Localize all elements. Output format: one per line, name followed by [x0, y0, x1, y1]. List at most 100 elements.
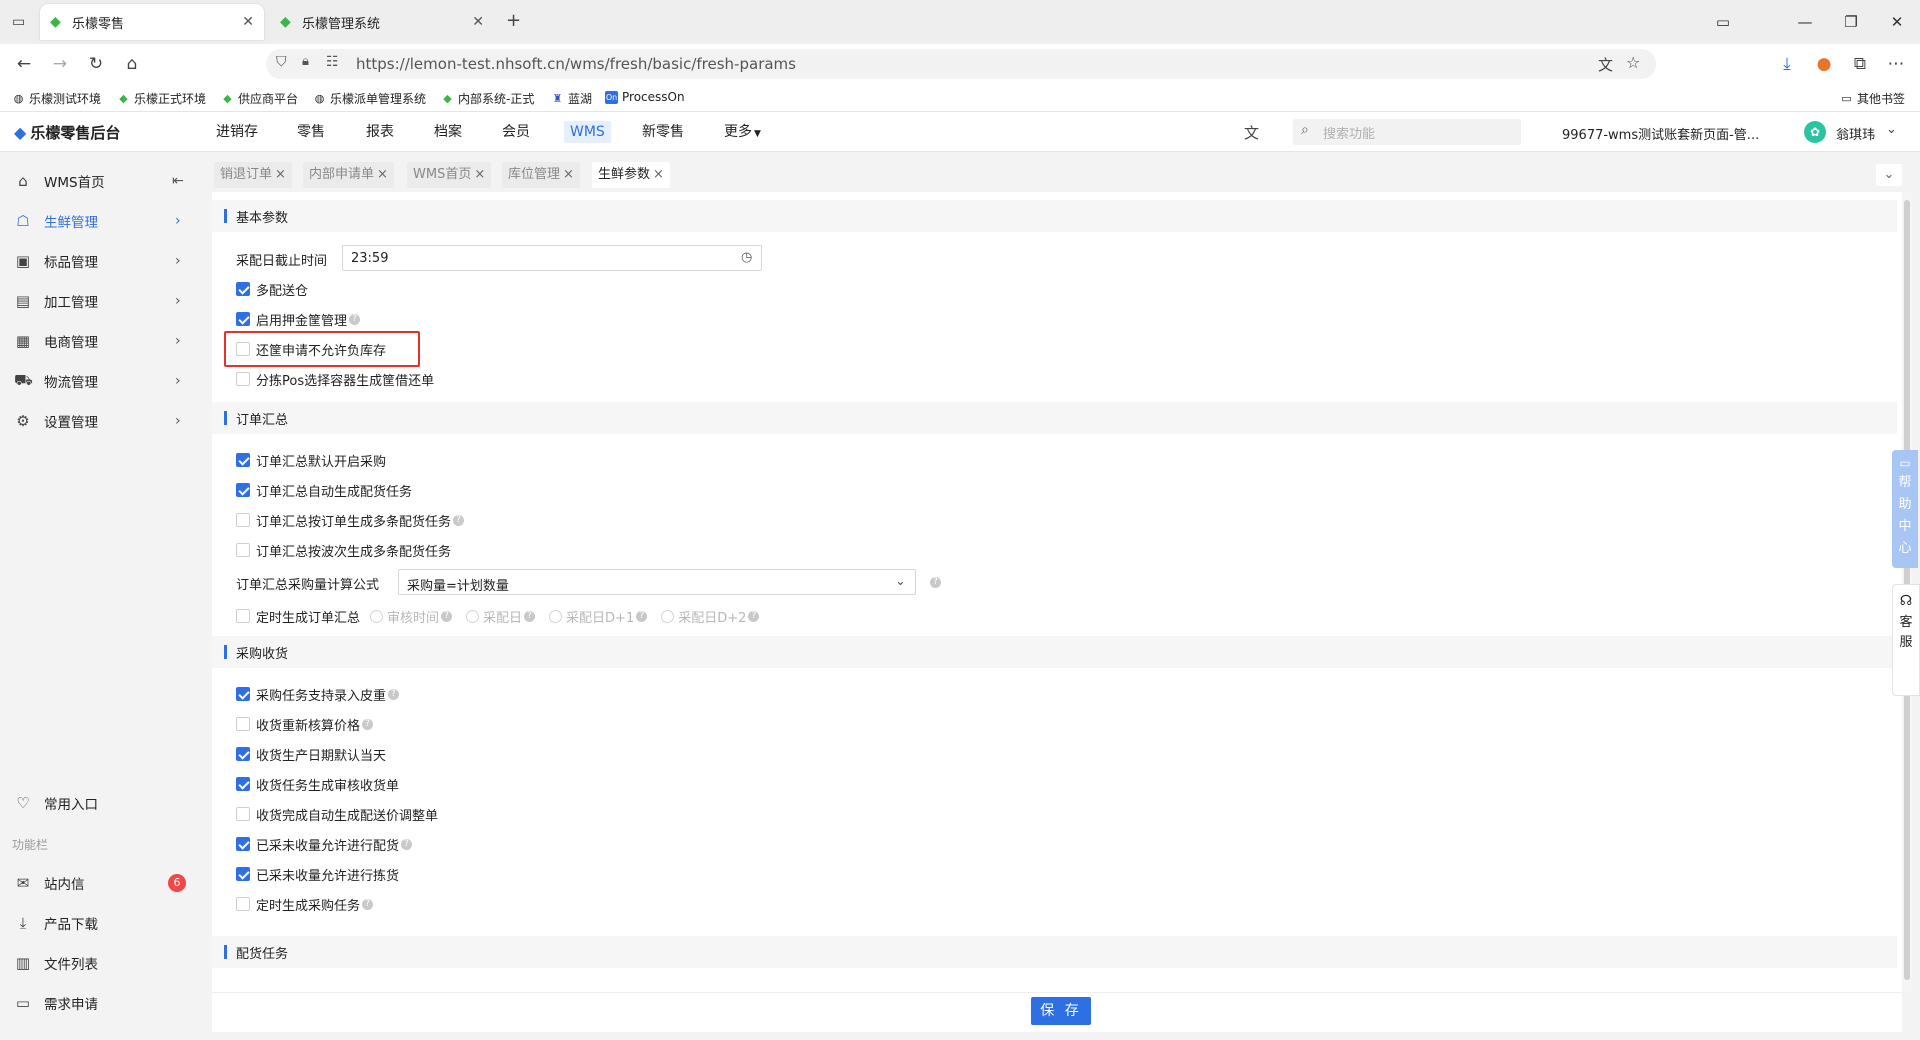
- sidebar-item-settings[interactable]: ⚙ 设置管理 ›: [0, 402, 200, 440]
- page-tab-wms-home[interactable]: WMS首页 ×: [407, 162, 492, 188]
- checkbox-audit-receipt[interactable]: 收货任务生成审核收货单: [236, 774, 399, 794]
- save-button[interactable]: 保 存: [1031, 997, 1091, 1025]
- bookmark-2[interactable]: ◆ 乐檬正式环境: [117, 90, 206, 107]
- menu-jinxiaocun[interactable]: 进销存: [210, 112, 264, 152]
- extension-icon[interactable]: ●: [1812, 52, 1836, 76]
- checkbox[interactable]: [236, 777, 250, 791]
- bookmark-6[interactable]: ♜ 蓝湖: [551, 90, 592, 107]
- sidebar-item-wms-home[interactable]: ⌂ WMS首页 ⇤: [0, 162, 200, 200]
- permissions-icon[interactable]: ☷: [326, 54, 339, 70]
- star-icon[interactable]: ☆: [1626, 53, 1640, 72]
- sidebar-item-ecommerce[interactable]: ▦ 电商管理 ›: [0, 322, 200, 360]
- help-icon[interactable]: ?: [349, 313, 361, 325]
- page-tab-internal-request[interactable]: 内部申请单 ×: [303, 162, 394, 188]
- translate-icon[interactable]: 文: [1244, 122, 1259, 143]
- bookmark-3[interactable]: ◆ 供应商平台: [221, 90, 298, 107]
- collapse-sidebar-icon[interactable]: ⇤: [172, 173, 184, 189]
- reload-icon[interactable]: ↻: [84, 52, 108, 76]
- radio[interactable]: [661, 609, 675, 623]
- home-icon[interactable]: ⌂: [120, 52, 144, 76]
- feature-search[interactable]: ⌕ 搜索功能: [1293, 119, 1521, 145]
- close-icon[interactable]: ×: [474, 167, 485, 182]
- checkbox[interactable]: [236, 543, 250, 557]
- help-icon[interactable]: ?: [930, 577, 941, 588]
- menu-member[interactable]: 会员: [496, 112, 536, 152]
- tab-actions-icon[interactable]: ▭: [12, 14, 25, 30]
- sidebar-item-messages[interactable]: ✉ 站内信 6: [0, 864, 200, 902]
- checkbox-allow-picking[interactable]: 已采未收量允许进行拣货: [236, 864, 399, 884]
- address-bar[interactable]: ⛉ 🔒︎ ☷ https://lemon-test.nhsoft.cn/wms/…: [266, 49, 1656, 79]
- bookmark-7[interactable]: On ProcessOn: [605, 90, 685, 104]
- help-icon[interactable]: ?: [453, 514, 465, 526]
- checkbox-price-adjust[interactable]: 收货完成自动生成配送价调整单: [236, 804, 438, 824]
- help-icon[interactable]: ?: [362, 898, 374, 910]
- restore-icon[interactable]: ❐: [1828, 8, 1874, 36]
- checkbox-allow-dispatch[interactable]: 已采未收量允许进行配货?: [236, 834, 413, 854]
- help-icon[interactable]: ?: [441, 610, 453, 622]
- sidebar-item-standard[interactable]: ▣ 标品管理 ›: [0, 242, 200, 280]
- checkbox-deposit-basket[interactable]: 启用押金筐管理?: [236, 309, 361, 329]
- checkbox[interactable]: [236, 483, 250, 497]
- checkbox[interactable]: [236, 372, 250, 386]
- checkbox-production-date[interactable]: 收货生产日期默认当天: [236, 744, 386, 764]
- close-icon[interactable]: ×: [563, 167, 574, 182]
- checkbox[interactable]: [236, 867, 250, 881]
- checkbox-tare-weight[interactable]: 采购任务支持录入皮重?: [236, 684, 400, 704]
- back-icon[interactable]: ←: [12, 52, 36, 76]
- menu-wms[interactable]: WMS: [558, 112, 617, 152]
- menu-reports[interactable]: 报表: [360, 112, 400, 152]
- checkbox-summary-auto-task[interactable]: 订单汇总自动生成配货任务: [236, 480, 412, 500]
- close-icon[interactable]: ×: [377, 167, 388, 182]
- help-icon[interactable]: ?: [362, 718, 374, 730]
- menu-more[interactable]: 更多 ▼: [718, 112, 767, 152]
- menu-new-retail[interactable]: 新零售: [636, 112, 690, 152]
- checkbox[interactable]: [236, 807, 250, 821]
- avatar[interactable]: ✿: [1804, 121, 1826, 143]
- bookmark-5[interactable]: ◆ 内部系统-正式: [441, 90, 534, 107]
- bookmark-4[interactable]: ◍ 乐檬派单管理系统: [313, 90, 426, 107]
- radio[interactable]: [466, 609, 480, 623]
- checkbox[interactable]: [236, 687, 250, 701]
- checkbox[interactable]: [236, 513, 250, 527]
- checkbox-summary-by-order[interactable]: 订单汇总按订单生成多条配货任务?: [236, 510, 465, 530]
- browser-tab-2[interactable]: ◆ 乐檬管理系统 ✕: [270, 4, 494, 40]
- help-icon[interactable]: ?: [524, 610, 536, 622]
- help-icon[interactable]: ?: [636, 610, 648, 622]
- new-tab-icon[interactable]: +: [506, 10, 521, 31]
- checkbox[interactable]: [236, 747, 250, 761]
- sidebar-item-downloads[interactable]: ⤓ 产品下载: [0, 904, 200, 942]
- checkbox-summary-by-wave[interactable]: 订单汇总按波次生成多条配货任务: [236, 540, 451, 560]
- sidebar-toggle-icon[interactable]: ▭: [1700, 8, 1746, 36]
- checkbox[interactable]: [236, 717, 250, 731]
- window-close-icon[interactable]: ✕: [1874, 8, 1920, 36]
- checkbox-timed-purchase[interactable]: 定时生成采购任务?: [236, 894, 374, 914]
- checkbox-summary-purchase[interactable]: 订单汇总默认开启采购: [236, 450, 386, 470]
- sidebar-item-fresh[interactable]: ☖ 生鲜管理 ›: [0, 202, 200, 240]
- app-logo[interactable]: ◆ 乐檬零售后台: [14, 122, 120, 143]
- sidebar-item-files[interactable]: ▥ 文件列表: [0, 944, 200, 982]
- close-icon[interactable]: ×: [275, 167, 286, 182]
- close-icon[interactable]: ×: [653, 167, 664, 182]
- sidebar-item-process[interactable]: ▤ 加工管理 ›: [0, 282, 200, 320]
- bookmark-1[interactable]: ◍ 乐檬测试环境: [12, 90, 101, 107]
- checkbox[interactable]: [236, 453, 250, 467]
- forward-icon[interactable]: →: [48, 52, 72, 76]
- cutoff-time-input[interactable]: 23:59 ◷: [342, 245, 762, 271]
- formula-select[interactable]: 采购量=计划数量 ⌄: [398, 569, 916, 595]
- help-icon[interactable]: ?: [748, 610, 760, 622]
- user-name[interactable]: 翁琪玮: [1836, 124, 1875, 143]
- checkbox-multi-warehouse[interactable]: 多配送仓: [236, 279, 308, 299]
- checkbox[interactable]: [236, 282, 250, 296]
- sidebar-item-requests[interactable]: ▭ 需求申请: [0, 984, 200, 1022]
- checkbox-pos-container[interactable]: 分拣Pos选择容器生成筐借还单: [236, 369, 434, 389]
- close-icon[interactable]: ✕: [472, 14, 484, 30]
- extensions-icon[interactable]: ⧉: [1848, 52, 1872, 76]
- page-tab-sales-return[interactable]: 销退订单 ×: [214, 162, 292, 188]
- customer-service-button[interactable]: ☊ 客服: [1892, 584, 1920, 696]
- radio[interactable]: [370, 609, 384, 623]
- checkbox[interactable]: [236, 897, 250, 911]
- checkbox[interactable]: [236, 609, 250, 623]
- menu-retail[interactable]: 零售: [291, 112, 331, 152]
- tabs-dropdown-icon[interactable]: ⌄: [1876, 164, 1902, 186]
- translate-icon[interactable]: 文: [1598, 54, 1613, 75]
